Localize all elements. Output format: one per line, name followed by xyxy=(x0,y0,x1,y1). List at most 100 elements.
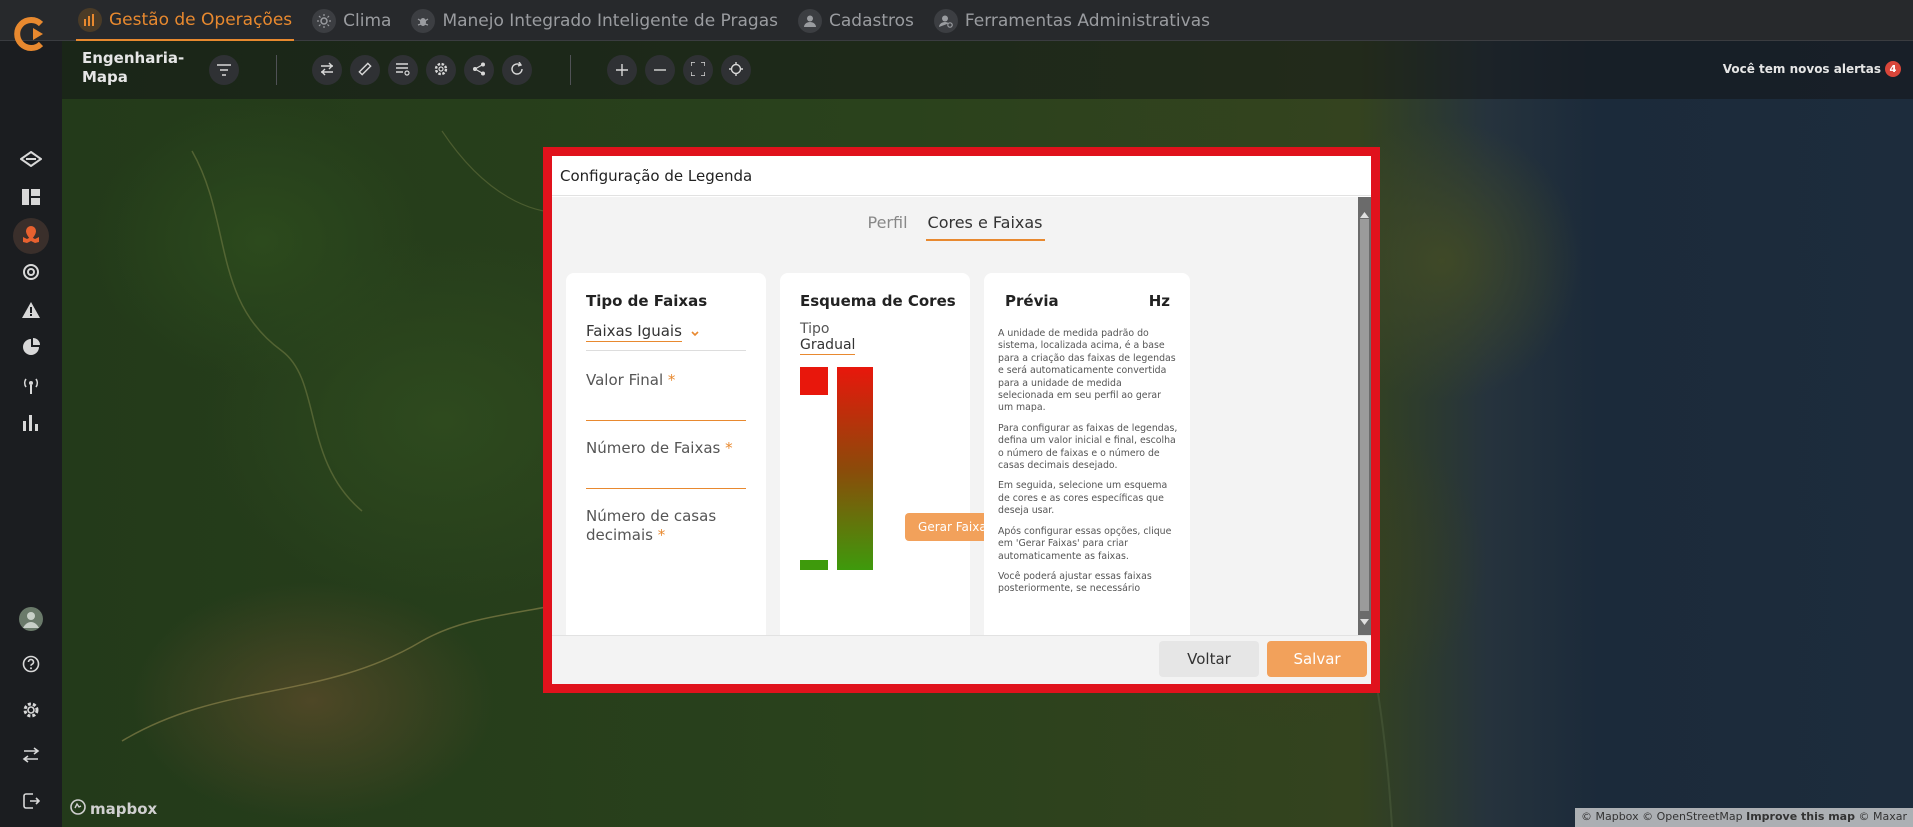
sidebar-user-avatar[interactable] xyxy=(13,603,49,639)
attribution-osm-link[interactable]: © OpenStreetMap xyxy=(1642,810,1743,823)
end-color-swatch[interactable] xyxy=(800,560,828,570)
nav-item-ferramentas-admin[interactable]: Ferramentas Administrativas xyxy=(932,0,1212,41)
sidebar-map-button[interactable] xyxy=(13,218,49,254)
sidebar-antenna-button[interactable] xyxy=(13,369,49,405)
sidebar-layers-button[interactable] xyxy=(13,143,49,179)
swap-arrows-icon xyxy=(320,61,334,80)
sidebar-switch-button[interactable] xyxy=(13,739,49,775)
tab-cores-faixas[interactable]: Cores e Faixas xyxy=(925,213,1045,241)
numero-faixas-label: Número de Faixas * xyxy=(586,439,733,457)
dialog-scrollbar[interactable] xyxy=(1358,197,1371,635)
plus-icon xyxy=(616,61,628,80)
help-text: A unidade de medida padrão do sistema, l… xyxy=(998,328,1178,604)
gradient-preview-bar xyxy=(837,367,873,570)
dialog-header: Configuração de Legenda xyxy=(552,156,1371,196)
bug-icon xyxy=(411,8,436,33)
zoom-out-button[interactable] xyxy=(645,55,675,85)
tipo-faixas-select[interactable]: Faixas Iguais xyxy=(586,321,746,351)
filter-icon xyxy=(217,61,231,80)
fullscreen-button[interactable] xyxy=(683,55,713,85)
select-value: Faixas Iguais xyxy=(586,322,682,342)
refresh-button[interactable] xyxy=(502,55,532,85)
mapbox-logo[interactable]: mapbox xyxy=(70,799,157,819)
alerts-count-badge: 4 xyxy=(1885,61,1901,77)
unit-label: Hz xyxy=(1148,292,1170,310)
help-paragraph: Você poderá ajustar essas faixas posteri… xyxy=(998,570,1152,595)
nav-item-manejo-pragas[interactable]: Manejo Integrado Inteligente de Pragas xyxy=(409,0,780,41)
nav-item-label: Manejo Integrado Inteligente de Pragas xyxy=(442,10,778,31)
sidebar-logout-button[interactable] xyxy=(13,785,49,821)
required-mark: * xyxy=(657,526,666,544)
user-icon xyxy=(797,8,822,33)
tab-perfil[interactable]: Perfil xyxy=(865,213,909,240)
start-color-swatch[interactable] xyxy=(800,367,828,395)
tipo-select[interactable]: Gradual xyxy=(800,337,856,355)
required-mark: * xyxy=(667,371,676,389)
swap-arrows-icon xyxy=(22,747,40,767)
sidebar-alerts-button[interactable] xyxy=(13,294,49,330)
app-logo[interactable] xyxy=(11,14,51,54)
label-text: Valor Final xyxy=(586,371,664,389)
attribution-mapbox-link[interactable]: © Mapbox xyxy=(1581,810,1639,823)
logout-icon xyxy=(22,792,41,814)
nav-item-label: Clima xyxy=(343,10,392,31)
share-button[interactable] xyxy=(464,55,494,85)
sidebar-dashboard-button[interactable] xyxy=(13,181,49,217)
operations-icon xyxy=(78,7,102,32)
sidebar-settings-button[interactable] xyxy=(13,694,49,730)
attribution-improve-link[interactable]: Improve this map xyxy=(1746,810,1855,823)
sidebar-analytics-button[interactable] xyxy=(13,407,49,443)
numero-faixas-input[interactable] xyxy=(586,488,746,489)
map-toolbar: Engenharia-Mapa Você tem novos alertas 4 xyxy=(62,41,1913,99)
sidebar-reports-button[interactable] xyxy=(13,331,49,367)
ruler-icon xyxy=(358,61,372,80)
zoom-in-button[interactable] xyxy=(607,55,637,85)
dialog-title: Configuração de Legenda xyxy=(560,167,753,185)
salvar-button[interactable]: Salvar xyxy=(1267,641,1367,677)
alerts-label: Você tem novos alertas xyxy=(1722,62,1881,76)
dialog-body: Perfil Cores e Faixas Tipo de Faixas Fai… xyxy=(552,197,1358,635)
attribution-maxar-link[interactable]: © Maxar xyxy=(1858,810,1907,823)
help-paragraph: Após configurar essas opções, clique em … xyxy=(998,525,1172,562)
card-title: Esquema de Cores xyxy=(800,292,956,310)
legend-config-button[interactable] xyxy=(388,55,418,85)
nav-item-clima[interactable]: Clima xyxy=(310,0,393,41)
expand-icon xyxy=(690,60,706,80)
toolbar-divider xyxy=(570,55,571,85)
layers-icon xyxy=(19,150,43,171)
swap-layers-button[interactable] xyxy=(312,55,342,85)
dialog-footer: Voltar Salvar xyxy=(552,635,1371,684)
esquema-cores-card: Esquema de Cores Tipo Gradual Gerar Faix… xyxy=(780,273,1006,635)
main-nav: Gestão de Operações Clima Manejo Integra… xyxy=(76,0,1212,41)
mapbox-wordmark: mapbox xyxy=(90,800,158,818)
admin-user-icon xyxy=(933,8,958,33)
required-mark: * xyxy=(725,439,733,457)
tipo-label: Tipo xyxy=(800,321,830,337)
nav-item-cadastros[interactable]: Cadastros xyxy=(796,0,916,41)
locate-button[interactable] xyxy=(721,55,751,85)
nav-item-gestao-operacoes[interactable]: Gestão de Operações xyxy=(76,0,295,41)
list-settings-icon xyxy=(396,61,410,80)
filter-button[interactable] xyxy=(209,55,239,85)
left-sidebar xyxy=(0,17,62,827)
nav-item-label: Cadastros xyxy=(828,10,914,31)
measure-button[interactable] xyxy=(350,55,380,85)
settings-button[interactable] xyxy=(426,55,456,85)
sun-icon xyxy=(312,8,337,33)
casas-decimais-label: Número de casas decimais * xyxy=(586,507,726,545)
share-icon xyxy=(472,61,486,80)
tipo-faixas-card: Tipo de Faixas Faixas Iguais Valor Final… xyxy=(566,273,766,635)
valor-final-input[interactable] xyxy=(586,420,746,421)
help-paragraph: Em seguida, selecione um esquema de core… xyxy=(998,480,1168,517)
previa-card: Prévia Hz A unidade de medida padrão do … xyxy=(984,273,1190,635)
sidebar-help-button[interactable] xyxy=(13,648,49,684)
chevron-down-icon xyxy=(691,322,699,341)
scroll-down-icon[interactable] xyxy=(1360,610,1369,629)
card-title: Tipo de Faixas xyxy=(586,292,708,310)
voltar-button[interactable]: Voltar xyxy=(1159,641,1259,677)
alerts-notice[interactable]: Você tem novos alertas 4 xyxy=(1723,61,1901,77)
sidebar-signal-button[interactable] xyxy=(13,256,49,292)
scrollbar-thumb[interactable] xyxy=(1360,219,1369,611)
label-text: Número de casas decimais xyxy=(586,507,717,544)
minus-icon xyxy=(654,61,666,80)
